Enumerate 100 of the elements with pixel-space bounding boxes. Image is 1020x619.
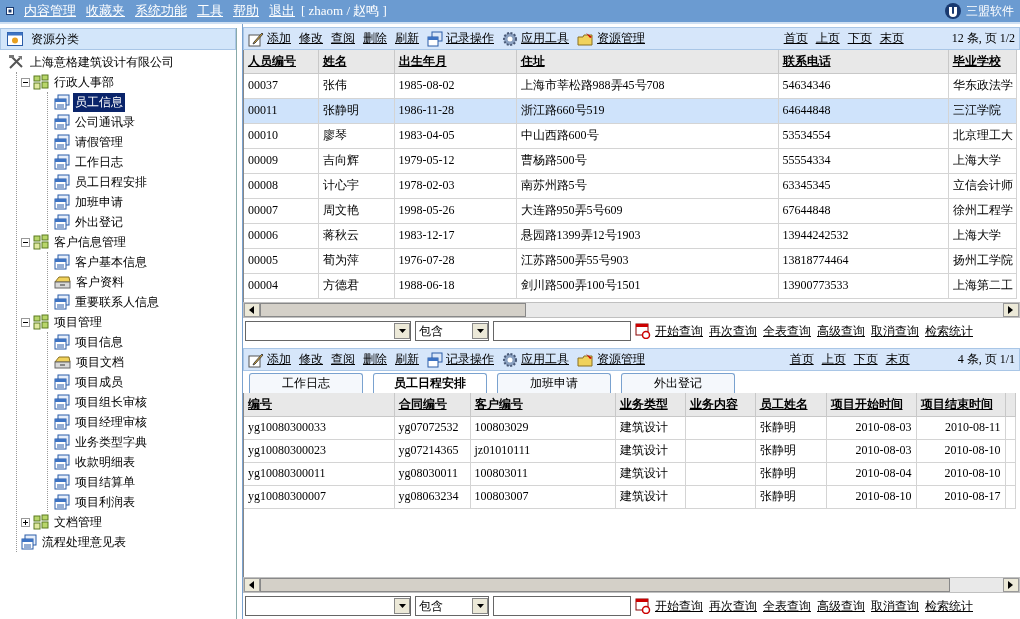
search-link[interactable]: 再次查询: [709, 322, 757, 340]
expand-icon[interactable]: [21, 517, 30, 527]
tree-item[interactable]: 客户信息管理: [52, 232, 128, 252]
tree-item[interactable]: 项目信息: [73, 332, 125, 352]
tree-item[interactable]: 外出登记: [73, 212, 125, 232]
column-header[interactable]: 合同编号: [394, 393, 470, 416]
search-link[interactable]: 检索统计: [925, 322, 973, 340]
tree-item[interactable]: 重要联系人信息: [73, 292, 161, 312]
tree-item[interactable]: 上海意格建筑设计有限公司: [28, 52, 176, 72]
search-input[interactable]: [493, 596, 631, 616]
pager-link[interactable]: 上页: [815, 30, 840, 47]
operator-select[interactable]: 包含: [415, 596, 489, 616]
column-header[interactable]: 项目开始时间: [826, 393, 916, 416]
toolbar-link[interactable]: 刷新: [395, 351, 419, 368]
search-input[interactable]: [493, 321, 631, 341]
horizontal-scrollbar[interactable]: [243, 302, 1020, 318]
table-row[interactable]: 00005 荀为萍 1976-07-28 江苏路500弄55号903 13818774464 扬州工学院: [244, 248, 1016, 273]
toolbar-link[interactable]: 资源管理: [577, 351, 645, 368]
tree-item[interactable]: 员工信息: [73, 92, 125, 112]
pager-link[interactable]: 下页: [847, 30, 872, 47]
table-row[interactable]: 00004 方德君 1988-06-18 剑川路500弄100号1501 13900773533 上海第二工: [244, 273, 1016, 298]
tree-item[interactable]: 客户基本信息: [73, 252, 149, 272]
collapse-icon[interactable]: [21, 317, 30, 327]
table-row[interactable]: 00010 廖琴 1983-04-05 中山西路600号 53534554 北京理工大: [244, 123, 1016, 148]
table-row[interactable]: yg10080300007 yg08063234 100803007 建筑设计 张静明 2010-08-10 2010-08-17: [244, 485, 1015, 508]
toolbar-link[interactable]: 修改: [299, 351, 323, 368]
tree-item[interactable]: 员工日程安排: [73, 172, 149, 192]
tree-item[interactable]: 项目文档: [74, 352, 126, 372]
tree-item[interactable]: 项目结算单: [73, 472, 137, 492]
search-link[interactable]: 检索统计: [925, 597, 973, 615]
dropdown-arrow-icon[interactable]: [476, 329, 484, 333]
pager-link[interactable]: 下页: [853, 351, 878, 368]
tree-item[interactable]: 项目成员: [73, 372, 125, 392]
scroll-thumb[interactable]: [260, 578, 950, 592]
scroll-left-icon[interactable]: [244, 303, 260, 317]
tree-item[interactable]: 工作日志: [73, 152, 125, 172]
tree-item[interactable]: 收款明细表: [73, 452, 137, 472]
search-link[interactable]: 全表查询: [763, 597, 811, 615]
column-header[interactable]: 毕业学校: [948, 50, 1016, 73]
collapse-icon[interactable]: [21, 237, 30, 247]
table-row[interactable]: 00009 吉向辉 1979-05-12 曹杨路500号 55554334 上海大学: [244, 148, 1016, 173]
toolbar-link[interactable]: 刷新: [395, 30, 419, 47]
dropdown-arrow-icon[interactable]: [398, 329, 406, 333]
toolbar-link[interactable]: 删除: [363, 351, 387, 368]
tree-item[interactable]: 客户资料: [74, 272, 126, 292]
toolbar-link[interactable]: 添加: [248, 30, 291, 47]
horizontal-scrollbar[interactable]: [243, 577, 1020, 593]
table-row[interactable]: yg10080300011 yg08030011 100803011 建筑设计 张静明 2010-08-04 2010-08-10: [244, 462, 1015, 485]
toolbar-link[interactable]: 应用工具: [502, 351, 569, 368]
pager-link[interactable]: 首页: [789, 351, 814, 368]
tree-item[interactable]: 业务类型字典: [73, 432, 149, 452]
scroll-thumb[interactable]: [260, 303, 526, 317]
column-header[interactable]: 业务类型: [615, 393, 685, 416]
search-link[interactable]: 取消查询: [871, 322, 919, 340]
scroll-left-icon[interactable]: [244, 578, 260, 592]
tree-item[interactable]: 请假管理: [73, 132, 125, 152]
operator-select[interactable]: 包含: [415, 321, 489, 341]
field-select[interactable]: [245, 321, 411, 341]
column-header[interactable]: 员工姓名: [755, 393, 826, 416]
toolbar-link[interactable]: 添加: [248, 351, 291, 368]
column-header[interactable]: 编号: [244, 393, 394, 416]
tab[interactable]: 加班申请: [497, 373, 611, 393]
tab[interactable]: 工作日志: [249, 373, 363, 393]
column-header[interactable]: 项目结束时间: [916, 393, 1005, 416]
toolbar-link[interactable]: 记录操作: [427, 30, 494, 47]
tree-item[interactable]: 加班申请: [73, 192, 125, 212]
search-link[interactable]: 取消查询: [871, 597, 919, 615]
tree-item[interactable]: 公司通讯录: [73, 112, 137, 132]
dropdown-arrow-icon[interactable]: [476, 604, 484, 608]
column-header[interactable]: 人员编号: [244, 50, 318, 73]
table-row[interactable]: 00007 周文艳 1998-05-26 大连路950弄5号609 67644848 徐州工程学: [244, 198, 1016, 223]
column-header[interactable]: 业务内容: [685, 393, 755, 416]
column-header[interactable]: 客户编号: [470, 393, 615, 416]
search-link[interactable]: 再次查询: [709, 597, 757, 615]
tree-item[interactable]: 项目管理: [52, 312, 104, 332]
tree-item[interactable]: 流程处理意见表: [40, 532, 128, 552]
tree-item[interactable]: 项目组长审核: [73, 392, 149, 412]
pager-link[interactable]: 末页: [885, 351, 910, 368]
toolbar-link[interactable]: 查阅: [331, 30, 355, 47]
toolbar-link[interactable]: 记录操作: [427, 351, 494, 368]
search-link[interactable]: 开始查询: [655, 322, 703, 340]
scroll-right-icon[interactable]: [1003, 303, 1019, 317]
tree-item[interactable]: 项目经理审核: [73, 412, 149, 432]
table-row[interactable]: 00011 张静明 1986-11-28 浙江路660号519 64644848 三江学院: [244, 98, 1016, 123]
toolbar-link[interactable]: 应用工具: [502, 30, 569, 47]
collapse-icon[interactable]: [21, 77, 30, 87]
toolbar-link[interactable]: 查阅: [331, 351, 355, 368]
search-link[interactable]: 高级查询: [817, 322, 865, 340]
tab[interactable]: 员工日程安排: [373, 373, 487, 393]
table-row[interactable]: 00006 蒋秋云 1983-12-17 悬园路1399弄12号1903 13944242532 上海大学: [244, 223, 1016, 248]
dropdown-arrow-icon[interactable]: [398, 604, 406, 608]
pager-link[interactable]: 末页: [879, 30, 904, 47]
table-row[interactable]: 00037 张伟 1985-08-02 上海市莘松路988弄45号708 54634346 华东政法学: [244, 73, 1016, 98]
column-header[interactable]: 联系电话: [778, 50, 948, 73]
toolbar-link[interactable]: 删除: [363, 30, 387, 47]
table-row[interactable]: yg10080300033 yg07072532 100803029 建筑设计 张静明 2010-08-03 2010-08-11: [244, 416, 1015, 439]
table-row[interactable]: yg10080300023 yg07214365 jz01010111 建筑设计 张静明 2010-08-03 2010-08-10: [244, 439, 1015, 462]
scroll-right-icon[interactable]: [1003, 578, 1019, 592]
tab[interactable]: 外出登记: [621, 373, 735, 393]
search-link[interactable]: 开始查询: [655, 597, 703, 615]
